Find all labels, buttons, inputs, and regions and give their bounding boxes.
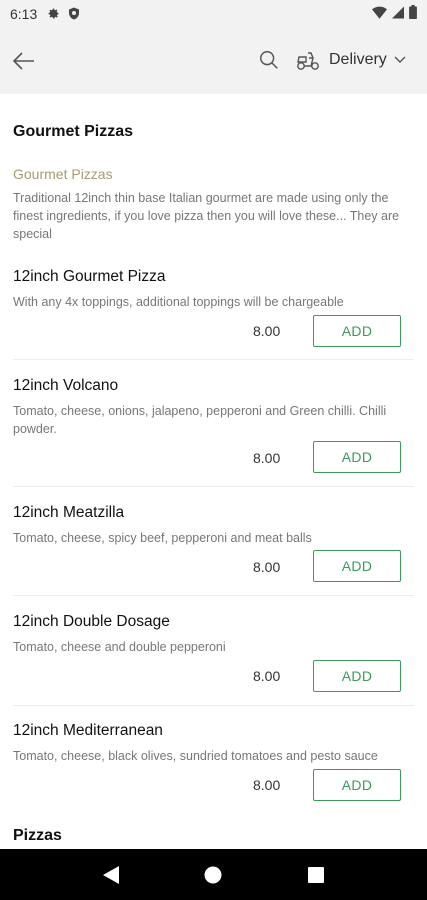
menu-item: 12inch Gourmet Pizza With any 4x topping…	[13, 268, 414, 311]
item-name: 12inch Double Dosage	[13, 613, 170, 630]
delivery-selector[interactable]: Delivery	[329, 51, 406, 69]
add-button[interactable]: ADD	[313, 660, 401, 692]
item-name: 12inch Volcano	[13, 377, 119, 394]
system-nav-bar	[0, 849, 427, 900]
home-circle-icon[interactable]	[198, 860, 228, 890]
section-title-pizzas: Pizzas	[13, 827, 62, 844]
add-button[interactable]: ADD	[313, 315, 401, 347]
delivery-label: Delivery	[329, 51, 387, 68]
section-title: Gourmet Pizzas	[13, 123, 134, 140]
item-name: 12inch Gourmet Pizza	[13, 268, 166, 285]
divider	[13, 705, 414, 706]
shield-icon	[68, 7, 80, 20]
app-header: Delivery	[0, 27, 427, 94]
wifi-icon	[372, 6, 387, 22]
battery-icon	[409, 5, 417, 22]
arrow-left-icon[interactable]	[10, 47, 38, 75]
menu-item: 12inch Volcano Tomato, cheese, onions, j…	[13, 377, 414, 438]
chevron-down-icon	[394, 51, 406, 69]
menu-item: 12inch Double Dosage Tomato, cheese and …	[13, 613, 414, 656]
add-button[interactable]: ADD	[313, 769, 401, 801]
add-button[interactable]: ADD	[313, 441, 401, 473]
item-price: 8.00	[253, 323, 281, 339]
recents-square-icon[interactable]	[301, 860, 331, 890]
divider	[13, 595, 414, 596]
item-description: Tomato, cheese, onions, jalapeno, pepper…	[13, 404, 387, 436]
item-name: 12inch Meatzilla	[13, 504, 125, 521]
menu-item: 12inch Meatzilla Tomato, cheese, spicy b…	[13, 504, 414, 547]
status-time: 6:13	[10, 5, 38, 22]
back-triangle-icon[interactable]	[96, 860, 126, 890]
status-bar: 6:13	[0, 0, 427, 27]
search-icon[interactable]	[258, 49, 282, 73]
divider	[13, 486, 414, 487]
add-button[interactable]: ADD	[313, 550, 401, 582]
item-name: 12inch Mediterranean	[13, 722, 163, 739]
section-description: Traditional 12inch thin base Italian gou…	[13, 191, 400, 241]
item-description: With any 4x toppings, additional topping…	[13, 295, 344, 309]
menu-content[interactable]: Gourmet Pizzas Gourmet Pizzas Traditiona…	[0, 94, 427, 849]
divider	[13, 359, 414, 360]
item-price: 8.00	[253, 777, 281, 793]
section-sub-heading: Gourmet Pizzas	[13, 166, 113, 182]
scooter-icon[interactable]	[295, 49, 321, 71]
gear-icon	[47, 7, 60, 20]
item-price: 8.00	[253, 450, 281, 466]
item-description: Tomato, cheese and double pepperoni	[13, 640, 226, 654]
signal-icon	[392, 6, 404, 22]
item-description: Tomato, cheese, spicy beef, pepperoni an…	[13, 531, 312, 545]
item-price: 8.00	[253, 559, 281, 575]
item-description: Tomato, cheese, black olives, sundried t…	[13, 749, 378, 763]
item-price: 8.00	[253, 668, 281, 684]
menu-item: 12inch Mediterranean Tomato, cheese, bla…	[13, 722, 414, 765]
